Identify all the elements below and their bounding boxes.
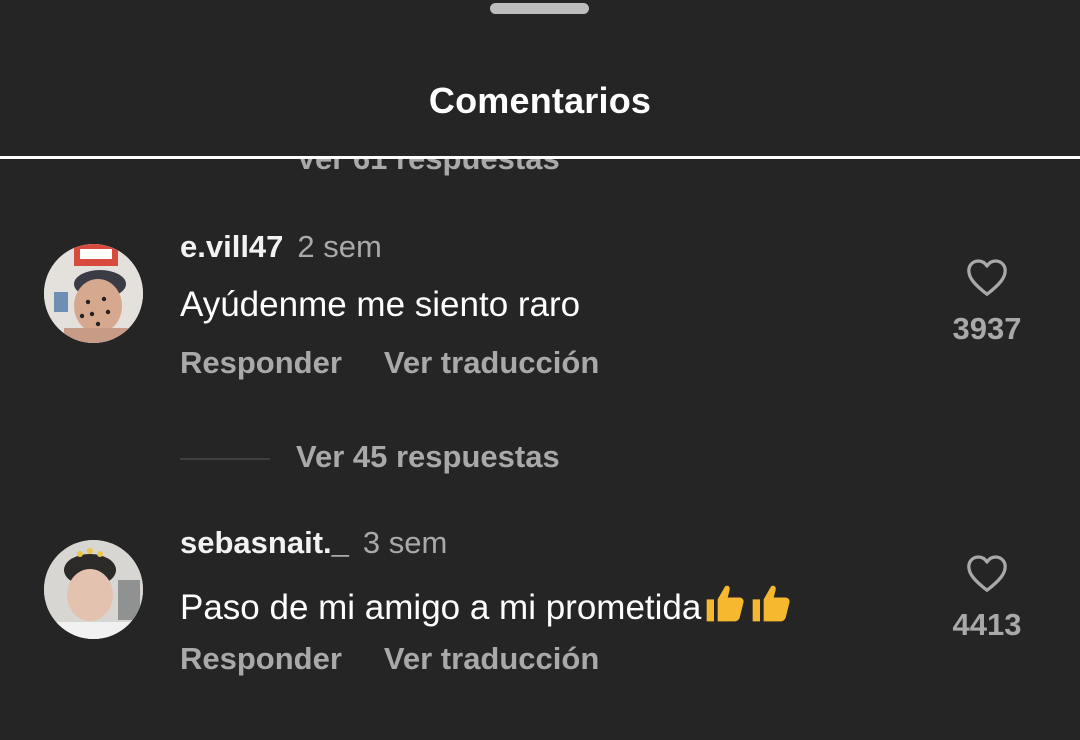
comment-actions: Responder Ver traducción [180,345,599,381]
avatar-image [44,540,143,639]
comment-item: sebasnait._ 3 sem Paso de mi amigo a mi p… [0,525,1080,695]
like-button[interactable]: 3937 [940,257,1034,347]
thumbs-up-icon [701,585,793,627]
timestamp: 3 sem [362,525,448,560]
like-count: 4413 [952,607,1022,642]
sheet-header: Comentarios [0,0,1080,158]
comments-list[interactable]: Ver 61 respuestas [0,159,1080,740]
timestamp: 2 sem [297,229,382,264]
comment-header: e.vill47 2 sem [180,229,382,265]
replies-divider-line [180,458,270,460]
heart-icon [967,555,1007,592]
reply-button[interactable]: Responder [180,345,342,380]
username[interactable]: e.vill47 [180,229,283,264]
view-replies-button[interactable]: Ver 61 respuestas [296,159,560,177]
comment-item: e.vill47 2 sem Ayúdenme me siento raro Re… [0,229,1080,399]
translate-button[interactable]: Ver traducción [384,641,599,676]
comment-text: Ayúdenme me siento raro [180,285,581,324]
comment-text: Paso de mi amigo a mi prometida [180,581,793,628]
comments-sheet: Comentarios Ver 61 respuestas [0,0,1080,740]
like-count: 3937 [952,311,1022,346]
translate-button[interactable]: Ver traducción [384,345,599,380]
view-replies-button[interactable]: Ver 45 respuestas [296,439,560,475]
drag-handle[interactable] [490,3,589,14]
header-divider [0,156,1080,159]
comment-header: sebasnait._ 3 sem [180,525,447,561]
heart-icon [967,259,1007,296]
avatar[interactable] [44,540,143,639]
like-button[interactable]: 4413 [940,553,1034,643]
comment-actions: Responder Ver traducción [180,641,599,677]
page-title: Comentarios [428,80,652,121]
comment-text-body: Paso de mi amigo a mi prometida [180,588,702,627]
avatar[interactable] [44,244,143,343]
avatar-image [44,244,143,343]
reply-button[interactable]: Responder [180,641,342,676]
username[interactable]: sebasnait._ [180,525,349,560]
